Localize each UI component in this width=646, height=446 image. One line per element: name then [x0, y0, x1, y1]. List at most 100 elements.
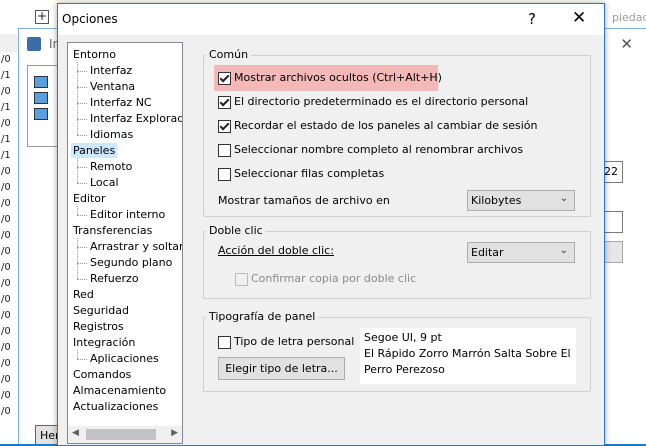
- tree-item[interactable]: Idiomas: [88, 127, 135, 142]
- tree-connector: [77, 119, 87, 120]
- scrollbar-thumb[interactable]: [86, 429, 156, 440]
- group-doble-clic-title: Doble clic: [206, 224, 266, 237]
- tree-connector: [77, 167, 87, 168]
- checkbox-label: Mostrar archivos ocultos (Ctrl+Alt+H): [234, 71, 442, 84]
- tree-connector: [77, 206, 78, 215]
- checkbox-box[interactable]: [235, 273, 248, 286]
- chevron-down-icon: ⌄: [559, 193, 568, 204]
- tree-item[interactable]: Interfaz NC: [88, 95, 154, 110]
- group-comun-title: Común: [206, 48, 252, 61]
- checkbox-label: Seleccionar nombre completo al renombrar…: [234, 143, 524, 156]
- background-list-row: /1: [1, 134, 11, 145]
- background-list: /0/1/0/1/0/1/1/0/0/0/0/0/0/0/0/0/0/0/0/0…: [0, 52, 18, 444]
- checkbox-box[interactable]: [218, 72, 231, 85]
- checkbox-label: Seleccionar filas completas: [234, 167, 385, 180]
- background-list-row: /0: [1, 214, 11, 225]
- background-list-row: /0: [1, 182, 11, 193]
- custom-font-label: Tipo de letra personal: [234, 335, 355, 348]
- tree-item[interactable]: Red: [71, 287, 96, 302]
- help-icon[interactable]: ?: [528, 10, 536, 28]
- background-list-row: /0: [1, 262, 11, 273]
- computer-icon: [34, 76, 48, 88]
- double-click-action-dropdown[interactable]: Editar ⌄: [467, 242, 575, 263]
- scroll-right-icon[interactable]: ▶: [171, 428, 178, 438]
- file-size-label: Mostrar tamaños de archivo en: [218, 194, 390, 207]
- tree-item[interactable]: Actualizaciones: [71, 399, 160, 414]
- tree-connector: [77, 215, 87, 216]
- background-list-row: /0: [1, 406, 11, 417]
- tree-item[interactable]: Interfaz: [88, 63, 134, 78]
- tree-connector: [77, 238, 78, 279]
- options-dialog: Opciones ? ✕ Entorno Interfaz Ventana Inter…: [57, 3, 605, 446]
- tree-item[interactable]: Editor: [71, 191, 108, 206]
- checkbox-box[interactable]: [218, 120, 231, 133]
- background-list-row: /0: [1, 198, 11, 209]
- tree-item[interactable]: Arrastrar y soltar: [88, 239, 182, 254]
- tree-horizontal-scrollbar[interactable]: ◀ ▶: [68, 426, 182, 443]
- double-click-action-label: Acción del doble clic:: [218, 244, 334, 257]
- group-comun: Común Mostrar archivos ocultos (Ctrl+Alt…: [203, 48, 591, 217]
- choose-font-button[interactable]: Elegir tipo de letra...: [218, 357, 345, 380]
- tree-connector: [77, 71, 87, 72]
- file-size-value: Kilobytes: [471, 194, 522, 207]
- chevron-down-icon: ⌄: [559, 245, 568, 256]
- background-list-row: /0: [1, 326, 11, 337]
- app-icon: [27, 37, 41, 51]
- background-list-row: /1: [1, 150, 11, 161]
- tree-item[interactable]: Integración: [71, 335, 137, 350]
- plus-icon[interactable]: +: [35, 10, 49, 24]
- scroll-left-icon[interactable]: ◀: [72, 428, 79, 438]
- close-icon[interactable]: ✕: [572, 8, 586, 28]
- tree-connector: [77, 359, 87, 360]
- tree-item[interactable]: Editor interno: [88, 207, 167, 222]
- background-list-row: /0: [1, 246, 11, 257]
- tree-item[interactable]: Interfaz Explorador: [88, 111, 182, 126]
- background-list-row: /0: [1, 342, 11, 353]
- tree-connector: [77, 135, 87, 136]
- background-list-row: /0: [1, 118, 11, 129]
- tree-item[interactable]: Registros: [71, 319, 126, 334]
- close-icon[interactable]: ✕: [620, 35, 633, 53]
- dialog-title: Opciones: [62, 12, 118, 26]
- background-list-row: /0: [1, 310, 11, 321]
- background-list-row: /0: [1, 278, 11, 289]
- tree-item[interactable]: Aplicaciones: [88, 351, 161, 366]
- checkbox-box[interactable]: [218, 168, 231, 181]
- tree-item[interactable]: Entorno: [71, 47, 118, 62]
- tree-item[interactable]: Local: [88, 175, 121, 190]
- background-list-row: /1: [1, 70, 11, 81]
- checkbox-box[interactable]: [218, 96, 231, 109]
- computer-icon: [34, 108, 48, 120]
- tree-connector: [77, 158, 78, 183]
- tree-item[interactable]: Segundo plano: [88, 255, 174, 270]
- checkbox-label: El directorio predeterminado es el direc…: [234, 95, 529, 108]
- tree-item[interactable]: Ventana: [88, 79, 137, 94]
- background-list-row: /0: [1, 230, 11, 241]
- dialog-titlebar[interactable]: Opciones ? ✕: [58, 4, 604, 35]
- checkbox-label: Recordar el estado de los paneles al cam…: [234, 119, 538, 132]
- tree-item[interactable]: Paneles: [71, 143, 118, 158]
- tree-item[interactable]: Comandos: [71, 367, 133, 382]
- background-list-row: /0: [1, 294, 11, 305]
- font-sample-line2: Perro Perezoso: [364, 363, 445, 376]
- confirm-copy-label: Confirmar copia por doble clic: [251, 272, 417, 285]
- tree-connector: [77, 183, 87, 184]
- background-list-row: /0: [1, 166, 11, 177]
- tree-item[interactable]: Seguridad: [71, 303, 131, 318]
- font-name: Segoe UI, 9 pt: [364, 331, 442, 344]
- background-list-row: /0: [1, 390, 11, 401]
- options-tree: Entorno Interfaz Ventana Interfaz NC Interfa…: [67, 42, 183, 444]
- checkbox-box[interactable]: [218, 144, 231, 157]
- tree-item[interactable]: Remoto: [88, 159, 134, 174]
- checkbox-box[interactable]: [218, 336, 231, 349]
- tree-item[interactable]: Refuerzo: [88, 271, 141, 286]
- group-tipografia-title: Tipografía de panel: [206, 310, 319, 323]
- tree-connector: [77, 247, 87, 248]
- tree-connector: [77, 62, 78, 135]
- tree-item[interactable]: Transferencias: [71, 223, 154, 238]
- double-click-action-value: Editar: [471, 246, 504, 259]
- font-sample-line1: El Rápido Zorro Marrón Salta Sobre El: [364, 347, 571, 360]
- file-size-dropdown[interactable]: Kilobytes ⌄: [467, 190, 575, 211]
- font-preview: Segoe UI, 9 pt El Rápido Zorro Marrón Sa…: [360, 328, 576, 384]
- tree-item[interactable]: Almacenamiento: [71, 383, 168, 398]
